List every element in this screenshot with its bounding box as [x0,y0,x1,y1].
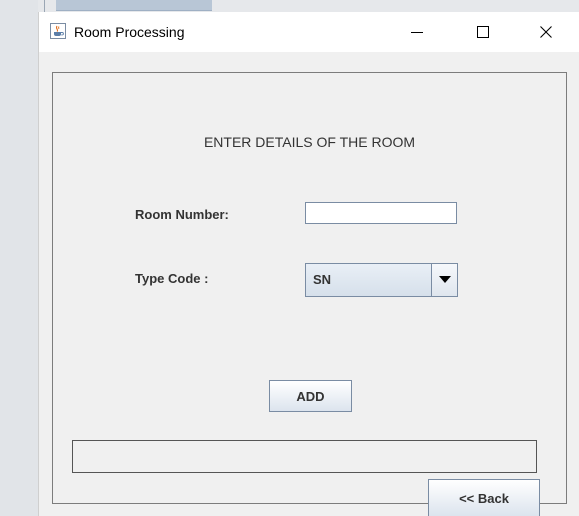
background-window-edge [56,0,212,11]
window-title: Room Processing [74,24,185,40]
type-code-label: Type Code : [135,271,209,286]
type-code-dropdown[interactable]: SN [305,263,458,297]
room-processing-window: Room Processing ENTER DETAILS OF THE ROO… [38,12,579,516]
close-button[interactable] [523,12,569,52]
chevron-down-icon [438,276,451,283]
status-message-box [72,440,537,473]
minimize-button[interactable] [394,12,440,52]
room-number-input[interactable] [305,202,457,224]
java-cup-icon [50,23,66,39]
dropdown-arrow-button[interactable] [431,264,457,296]
close-icon [540,26,552,38]
title-bar[interactable]: Room Processing [39,12,579,52]
background-divider [44,0,45,12]
form-heading: ENTER DETAILS OF THE ROOM [203,134,416,150]
form-panel: ENTER DETAILS OF THE ROOM Room Number: T… [52,72,567,516]
desktop: Room Processing ENTER DETAILS OF THE ROO… [0,0,579,516]
room-number-label: Room Number: [135,207,229,222]
minimize-icon [411,32,423,33]
type-code-selected-value: SN [313,272,332,287]
maximize-icon [477,26,489,38]
add-button[interactable]: ADD [269,380,352,412]
back-button[interactable]: << Back [428,479,540,516]
maximize-button[interactable] [460,12,506,52]
background-strip [0,0,38,516]
